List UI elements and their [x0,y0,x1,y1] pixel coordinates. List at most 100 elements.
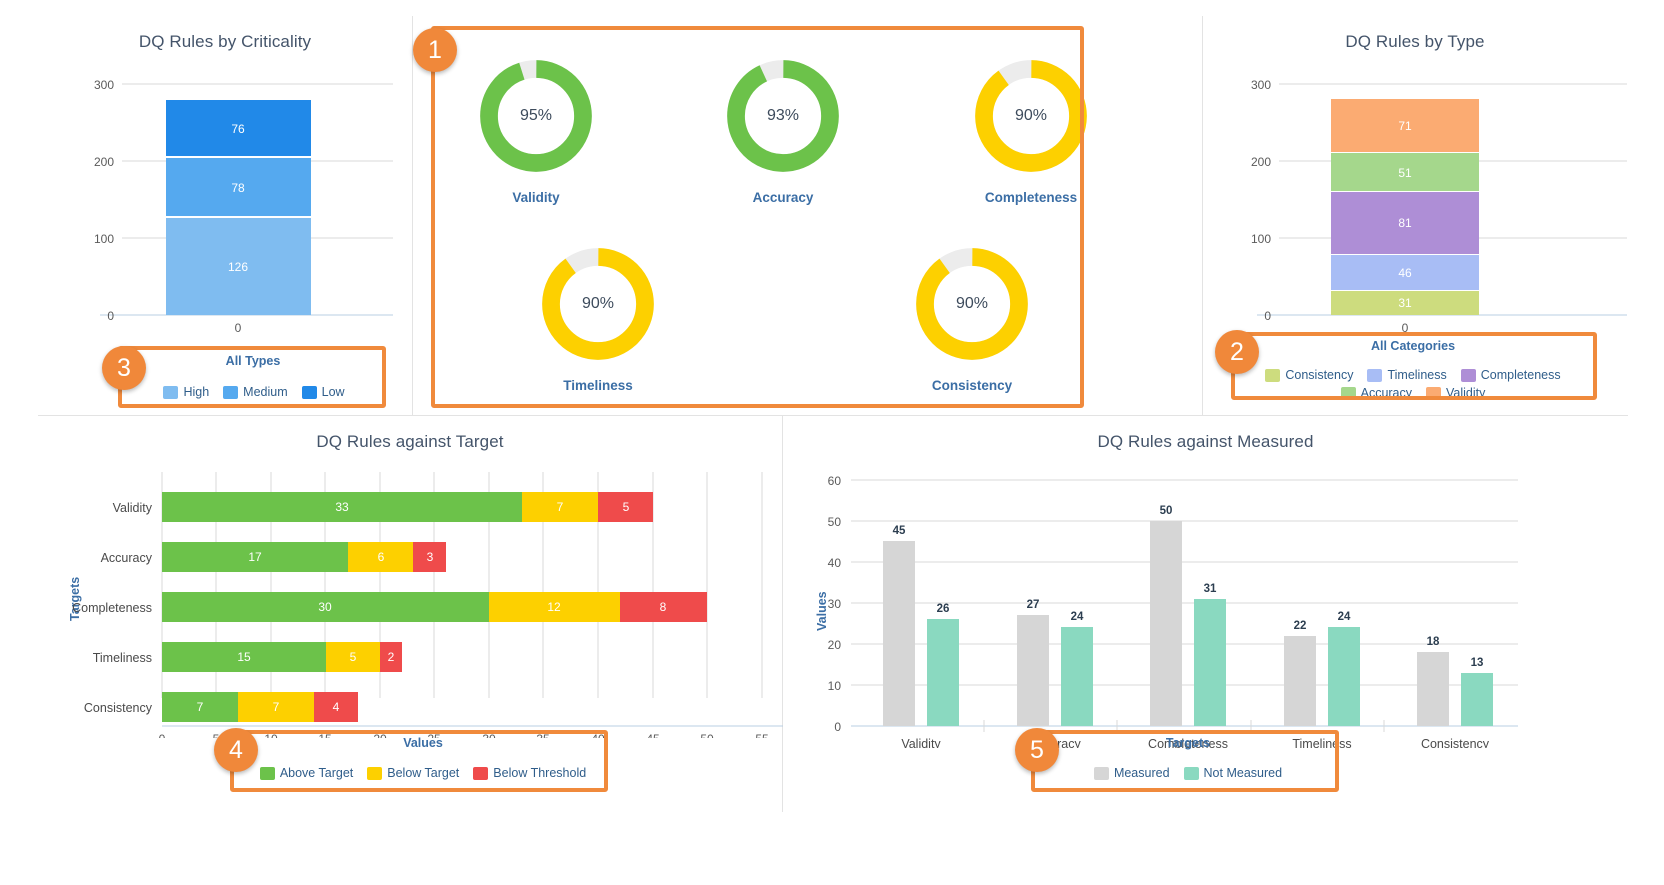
legend-label-validity: Validity [1446,386,1486,400]
dashboard-top-row: DQ Rules by Criticality 300 200 100 0 12… [38,16,1628,416]
legend-item-validity[interactable]: Validity [1426,386,1485,400]
scorecard-validity[interactable]: 95% Validity [451,54,621,205]
legend-label-timeliness: Timeliness [1387,368,1447,382]
legend-item-high[interactable]: High [163,385,209,399]
legend-item-timeliness[interactable]: Timeliness [1367,368,1447,382]
type-chart-title: DQ Rules by Type [1345,32,1485,51]
legend-item-not-measured[interactable]: Not Measured [1183,766,1283,780]
legend-item-below-threshold[interactable]: Below Threshold [473,766,586,780]
svg-text:20: 20 [828,638,842,652]
legend-item-below-target[interactable]: Below Target [367,766,459,780]
legend-label-not-measured: Not Measured [1203,766,1283,780]
legend-item-consistency[interactable]: Consistency [1265,368,1353,382]
dashboard-bottom-row: DQ Rules against Target Targets 33 7 5 V… [38,416,1628,812]
svg-text:7: 7 [197,700,204,714]
validity-donut-label: Validity [512,190,560,205]
scorecard-consistency[interactable]: 90% Consistency [887,242,1057,393]
legend-label-measured: Measured [1113,766,1170,780]
scorecard-timeliness[interactable]: 90% Timeliness [513,242,683,393]
svg-text:100: 100 [1251,232,1271,246]
annotation-badge-3: 3 [102,346,146,390]
svg-text:30: 30 [828,597,842,611]
svg-text:Accuracy: Accuracy [101,551,153,565]
svg-text:24: 24 [1338,611,1351,623]
dq-dashboard: DQ Rules by Criticality 300 200 100 0 12… [0,0,1664,885]
annotation-badge-3-text: 3 [117,353,131,382]
svg-text:200: 200 [1251,155,1271,169]
legend-swatch-high [163,385,179,399]
svg-text:0: 0 [834,720,841,734]
legend-swatch-not-measured [1183,766,1199,780]
legend-label-below-threshold: Below Threshold [493,766,587,780]
svg-text:200: 200 [94,155,114,169]
legend-item-measured[interactable]: Measured [1093,766,1170,780]
legend-item-medium[interactable]: Medium [223,385,288,399]
scorecard-accuracy[interactable]: 93% Accuracy [698,54,868,205]
svg-text:78: 78 [231,181,245,195]
legend-swatch-validity [1426,386,1442,400]
panel-dq-scorecards: 95% Validity 93% Accuracy 90% Completene… [413,16,1203,415]
validity-donut-value: 95% [519,107,553,124]
consistency-donut-value: 90% [955,295,989,312]
panel-dq-rules-against-measured: DQ Rules against Measured Values 60 50 4… [783,416,1628,812]
measured-chart-title: DQ Rules against Measured [1097,432,1314,451]
legend-swatch-consistency [1265,368,1281,382]
legend-label-above-target: Above Target [279,766,354,780]
criticality-chart-svg: 300 200 100 0 126 78 76 0 [94,78,393,335]
svg-text:10: 10 [828,679,842,693]
annotation-badge-2: 2 [1215,330,1259,374]
annotation-badge-5: 5 [1015,728,1059,772]
svg-text:Timeliness: Timeliness [93,651,152,665]
legend-swatch-completeness [1460,368,1476,382]
legend-label-low: Low [321,385,345,399]
svg-text:5: 5 [623,500,630,514]
svg-text:24: 24 [1071,611,1084,623]
scorecard-completeness[interactable]: 90% Completeness [946,54,1116,205]
legend-item-completeness[interactable]: Completeness [1460,368,1561,382]
svg-text:45: 45 [646,732,660,738]
svg-text:300: 300 [94,78,114,92]
svg-text:Consistency: Consistency [1421,737,1490,748]
panel-dq-rules-by-criticality: DQ Rules by Criticality 300 200 100 0 12… [38,16,413,415]
svg-text:30: 30 [318,600,332,614]
panel-dq-rules-by-type: DQ Rules by Type 300 200 100 0 31 46 81 [1203,16,1627,415]
svg-text:Consistency: Consistency [84,701,153,715]
target-xaxis-title: Values [403,736,443,750]
svg-text:0: 0 [1264,309,1271,323]
svg-text:50: 50 [1160,505,1173,517]
measured-xaxis-title: Targets [1165,736,1211,750]
svg-text:33: 33 [335,500,349,514]
legend-item-accuracy[interactable]: Accuracy [1340,386,1413,400]
legend-label-accuracy: Accuracy [1360,386,1413,400]
svg-text:0: 0 [235,321,242,335]
svg-text:12: 12 [547,600,561,614]
legend-label-medium: Medium [243,385,288,399]
target-chart-svg: 33 7 5 Validity 17 6 3 Accuracy 30 12 8 [72,472,783,738]
legend-item-low[interactable]: Low [301,385,345,399]
legend-item-above-target[interactable]: Above Target [259,766,354,780]
svg-text:22: 22 [1294,620,1307,632]
consistency-donut-label: Consistency [931,378,1013,393]
svg-text:26: 26 [937,603,950,615]
svg-text:50: 50 [828,515,842,529]
svg-text:7: 7 [557,500,564,514]
svg-text:50: 50 [700,732,714,738]
timeliness-donut-label: Timeliness [563,378,633,393]
legend-label-high: High [183,385,210,399]
svg-text:18: 18 [1427,636,1440,648]
target-chart-title: DQ Rules against Target [316,432,504,451]
svg-text:71: 71 [1398,119,1412,133]
svg-text:31: 31 [1204,583,1217,595]
svg-text:300: 300 [1251,78,1271,92]
accuracy-donut-value: 93% [766,107,800,124]
legend-swatch-low [301,385,317,399]
type-chart-svg: 300 200 100 0 31 46 81 51 71 0 [1251,78,1627,335]
measured-chart-svg: 60 50 40 30 20 10 0 45 26 Validity 27 24… [828,474,1518,748]
annotation-badge-1-text: 1 [428,35,442,64]
svg-text:4: 4 [333,700,340,714]
svg-text:31: 31 [1398,296,1412,310]
svg-text:7: 7 [273,700,280,714]
completeness-donut-label: Completeness [984,190,1078,205]
legend-swatch-measured [1093,766,1109,780]
measured-legend: Measured Not Measured [1038,766,1338,780]
